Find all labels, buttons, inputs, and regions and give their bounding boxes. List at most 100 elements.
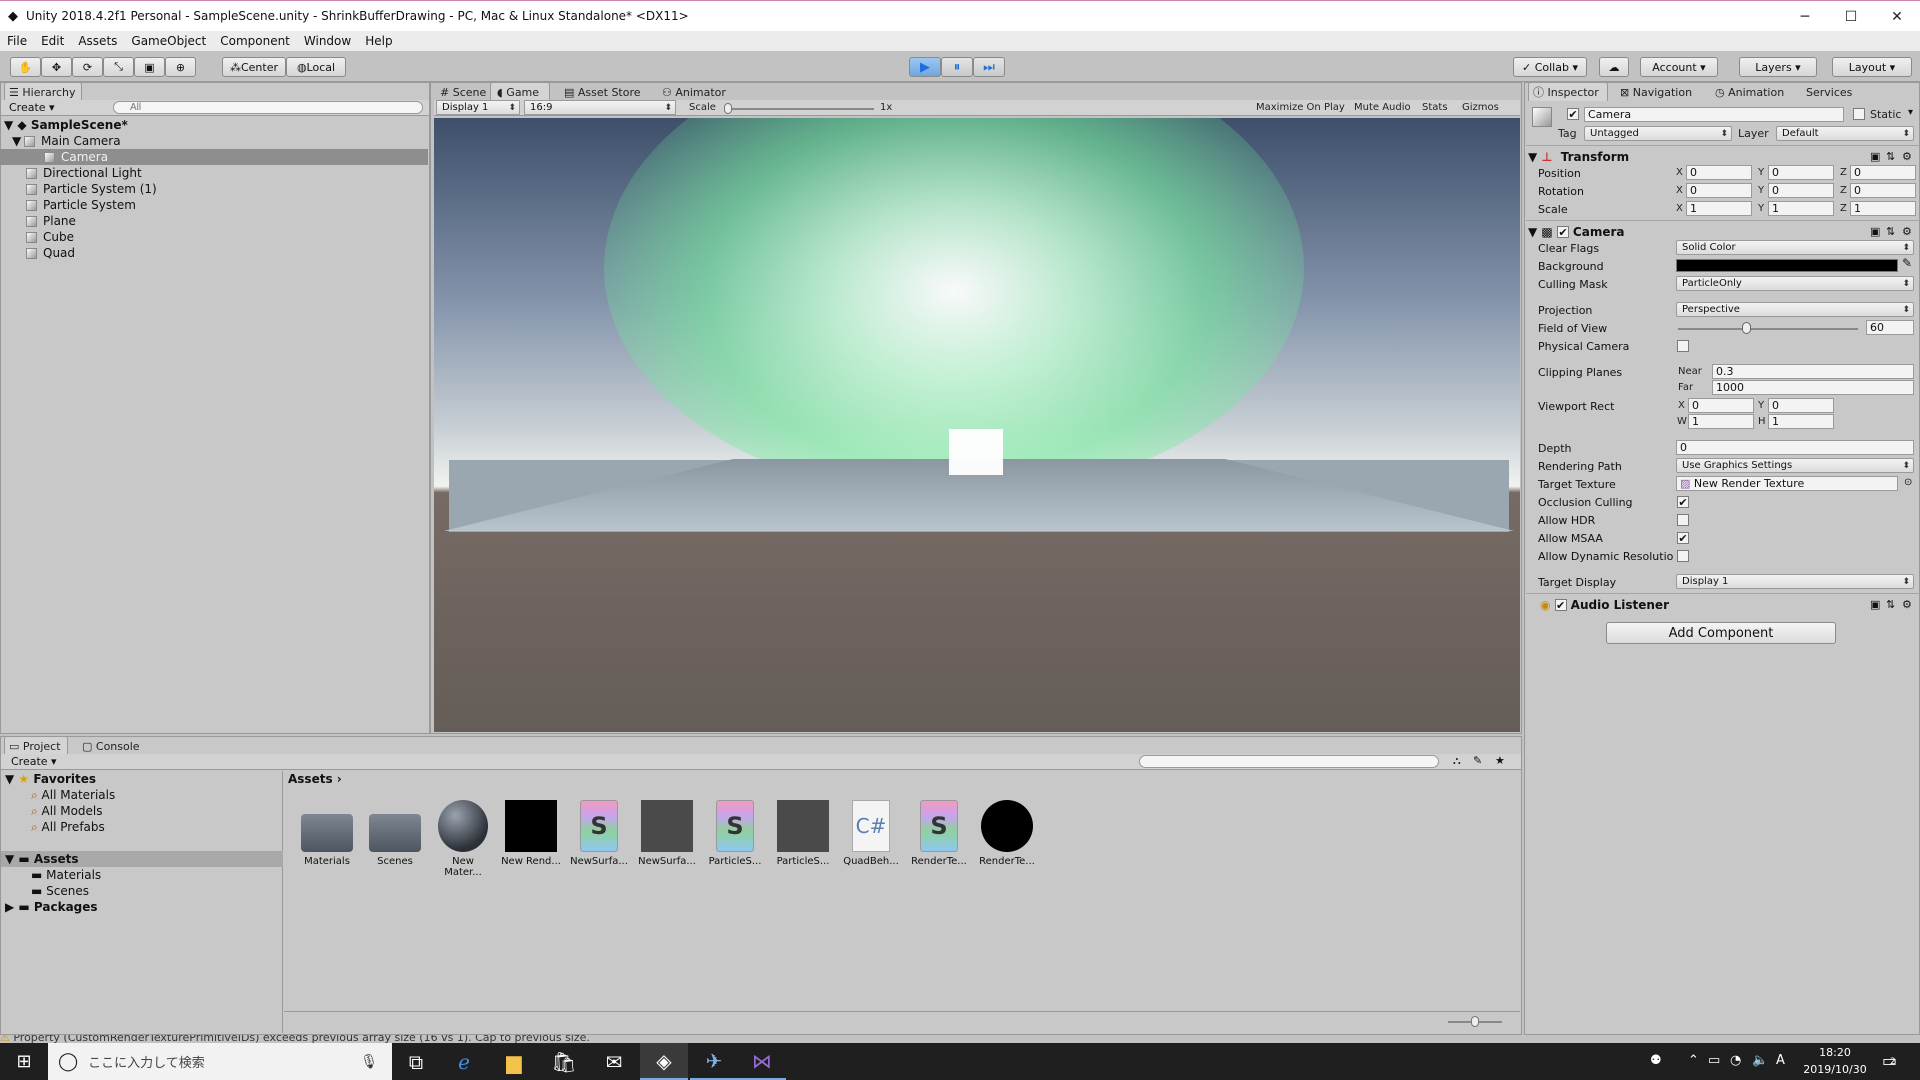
projection-dropdown[interactable]: Perspective	[1676, 302, 1914, 317]
hierarchy-item[interactable]: Particle System (1)	[0, 181, 428, 197]
hierarchy-item[interactable]: Quad	[0, 245, 428, 261]
unity-taskbar-icon[interactable]: ◈	[640, 1043, 688, 1080]
mute-audio-toggle[interactable]: Mute Audio	[1354, 102, 1411, 113]
game-viewport[interactable]	[434, 118, 1520, 732]
step-button[interactable]: ⏭	[973, 57, 1005, 77]
occlusion-culling-checkbox[interactable]: ✔	[1677, 496, 1689, 508]
far-field[interactable]: 1000	[1712, 380, 1914, 395]
rendering-path-dropdown[interactable]: Use Graphics Settings	[1676, 458, 1914, 473]
rect-tool-icon[interactable]: ▣	[134, 57, 165, 77]
hierarchy-item[interactable]: Directional Light	[0, 165, 428, 181]
allow-msaa-checkbox[interactable]: ✔	[1677, 532, 1689, 544]
tab-project[interactable]: ▭ Project	[4, 736, 68, 755]
viewport-x-field[interactable]: 0	[1688, 398, 1754, 413]
hierarchy-item[interactable]: Plane	[0, 213, 428, 229]
object-picker-icon[interactable]: ⊙	[1904, 477, 1912, 488]
tab-hierarchy[interactable]: ☰ Hierarchy	[4, 82, 82, 101]
people-icon[interactable]: ⚉	[1650, 1053, 1662, 1068]
cloud-button[interactable]: ☁	[1599, 57, 1629, 77]
tab-inspector[interactable]: ⓘ Inspector	[1528, 82, 1608, 101]
preset-icon[interactable]: ⇅	[1886, 150, 1895, 163]
depth-field[interactable]: 0	[1676, 440, 1914, 455]
target-texture-field[interactable]: ▨ New Render Texture	[1676, 476, 1898, 491]
help-icon[interactable]: ▣	[1870, 225, 1880, 238]
transform-position-z-field[interactable]: 0	[1850, 165, 1916, 180]
physical-camera-checkbox[interactable]	[1677, 340, 1689, 352]
transform-tool-icon[interactable]: ⊕	[165, 57, 196, 77]
favorite-all-materials[interactable]: ⌕ All Materials	[31, 787, 115, 803]
fov-slider-track[interactable]	[1678, 328, 1858, 330]
stats-toggle[interactable]: Stats	[1422, 102, 1448, 113]
menu-gameobject[interactable]: GameObject	[124, 34, 213, 48]
task-view-icon[interactable]: ⧉	[392, 1043, 440, 1080]
unity-hub-icon[interactable]: ✈	[690, 1043, 738, 1080]
scale-slider-thumb[interactable]	[724, 103, 732, 114]
collab-button[interactable]: ✓ Collab ▾	[1513, 57, 1587, 77]
transform-position-y-field[interactable]: 0	[1768, 165, 1834, 180]
folder-materials[interactable]: ▬ Materials	[31, 867, 101, 883]
transform-rotation-y-field[interactable]: 0	[1768, 183, 1834, 198]
static-checkbox[interactable]	[1853, 108, 1865, 120]
display-dropdown[interactable]: Display 1	[436, 100, 520, 115]
asset-item[interactable]: Scenes	[364, 800, 426, 867]
asset-item[interactable]: S RenderTe...	[908, 800, 970, 867]
pivot-local-toggle[interactable]: ◍ Local	[286, 57, 346, 77]
transform-scale-z-field[interactable]: 1	[1850, 201, 1916, 216]
file-explorer-icon[interactable]: ▆	[490, 1043, 538, 1080]
audio-listener-header[interactable]: ◉ ✔ Audio Listener ▣ ⇅ ⚙	[1526, 593, 1920, 615]
account-dropdown[interactable]: Account ▾	[1640, 57, 1718, 77]
favorites-node[interactable]: ▼ ★ Favorites	[5, 771, 96, 787]
hierarchy-item[interactable]: Camera	[0, 149, 428, 165]
scale-tool-icon[interactable]: ⤡	[103, 57, 134, 77]
help-icon[interactable]: ▣	[1870, 150, 1880, 163]
fov-slider-thumb[interactable]	[1742, 322, 1751, 334]
transform-rotation-x-field[interactable]: 0	[1686, 183, 1752, 198]
culling-mask-dropdown[interactable]: ParticleOnly	[1676, 276, 1914, 291]
camera-enabled-checkbox[interactable]: ✔	[1556, 225, 1569, 238]
object-name-field[interactable]: Camera	[1584, 107, 1844, 122]
packages-node[interactable]: ▶ ▬ Packages	[5, 899, 98, 915]
mail-icon[interactable]: ✉	[590, 1043, 638, 1080]
favorite-all-models[interactable]: ⌕ All Models	[31, 803, 103, 819]
hierarchy-item[interactable]: Cube	[0, 229, 428, 245]
maximize-button[interactable]: ☐	[1828, 1, 1874, 32]
filter-label-icon[interactable]: ✎	[1473, 754, 1482, 767]
menu-assets[interactable]: Assets	[71, 34, 124, 48]
filter-type-icon[interactable]: ⛬	[1453, 754, 1461, 768]
asset-item[interactable]: S ParticleS...	[704, 800, 766, 867]
tag-dropdown[interactable]: Untagged	[1584, 126, 1732, 141]
project-create-button[interactable]: Create ▾	[11, 755, 57, 768]
transform-scale-y-field[interactable]: 1	[1768, 201, 1834, 216]
asset-item[interactable]: New Rend...	[500, 800, 562, 867]
help-icon[interactable]: ▣	[1870, 598, 1880, 611]
assets-node[interactable]: ▼ ▬ Assets	[1, 851, 283, 867]
add-component-button[interactable]: Add Component	[1606, 622, 1836, 644]
gear-icon[interactable]: ⚙	[1902, 598, 1912, 611]
preset-icon[interactable]: ⇅	[1886, 225, 1895, 238]
static-dropdown-icon[interactable]: ▾	[1908, 107, 1913, 118]
microphone-icon[interactable]: 🎙	[360, 1054, 378, 1070]
status-bar[interactable]: ⚠ Property (CustomRenderTexturePrimitive…	[0, 1035, 1920, 1043]
viewport-h-field[interactable]: 1	[1768, 414, 1834, 429]
asset-item[interactable]: C# QuadBeh...	[840, 800, 902, 867]
preset-icon[interactable]: ⇅	[1886, 598, 1895, 611]
network-icon[interactable]: ◔	[1730, 1053, 1741, 1068]
minimize-button[interactable]: ─	[1782, 1, 1828, 32]
assets-breadcrumb[interactable]: Assets ›	[288, 772, 342, 786]
layers-dropdown[interactable]: Layers ▾	[1739, 57, 1817, 77]
visual-studio-icon[interactable]: ⋈	[738, 1043, 786, 1080]
hierarchy-item[interactable]: Particle System	[0, 197, 428, 213]
folder-scenes[interactable]: ▬ Scenes	[31, 883, 89, 899]
pause-button[interactable]: ⏸	[941, 57, 973, 77]
asset-item[interactable]: New Mater...	[432, 800, 494, 878]
hand-tool-icon[interactable]: ✋	[10, 57, 41, 77]
clear-flags-dropdown[interactable]: Solid Color	[1676, 240, 1914, 255]
windows-start-icon[interactable]: ⊞	[0, 1043, 48, 1080]
expand-arrow-icon[interactable]: ▼	[12, 134, 24, 148]
edge-icon[interactable]: ℯ	[440, 1043, 488, 1080]
hierarchy-search-input[interactable]	[113, 101, 423, 114]
tray-expand-icon[interactable]: ⌃	[1688, 1053, 1699, 1068]
clock-date[interactable]: 2019/10/30	[1800, 1063, 1870, 1076]
near-field[interactable]: 0.3	[1712, 364, 1914, 379]
favorite-star-icon[interactable]: ★	[1495, 754, 1505, 767]
